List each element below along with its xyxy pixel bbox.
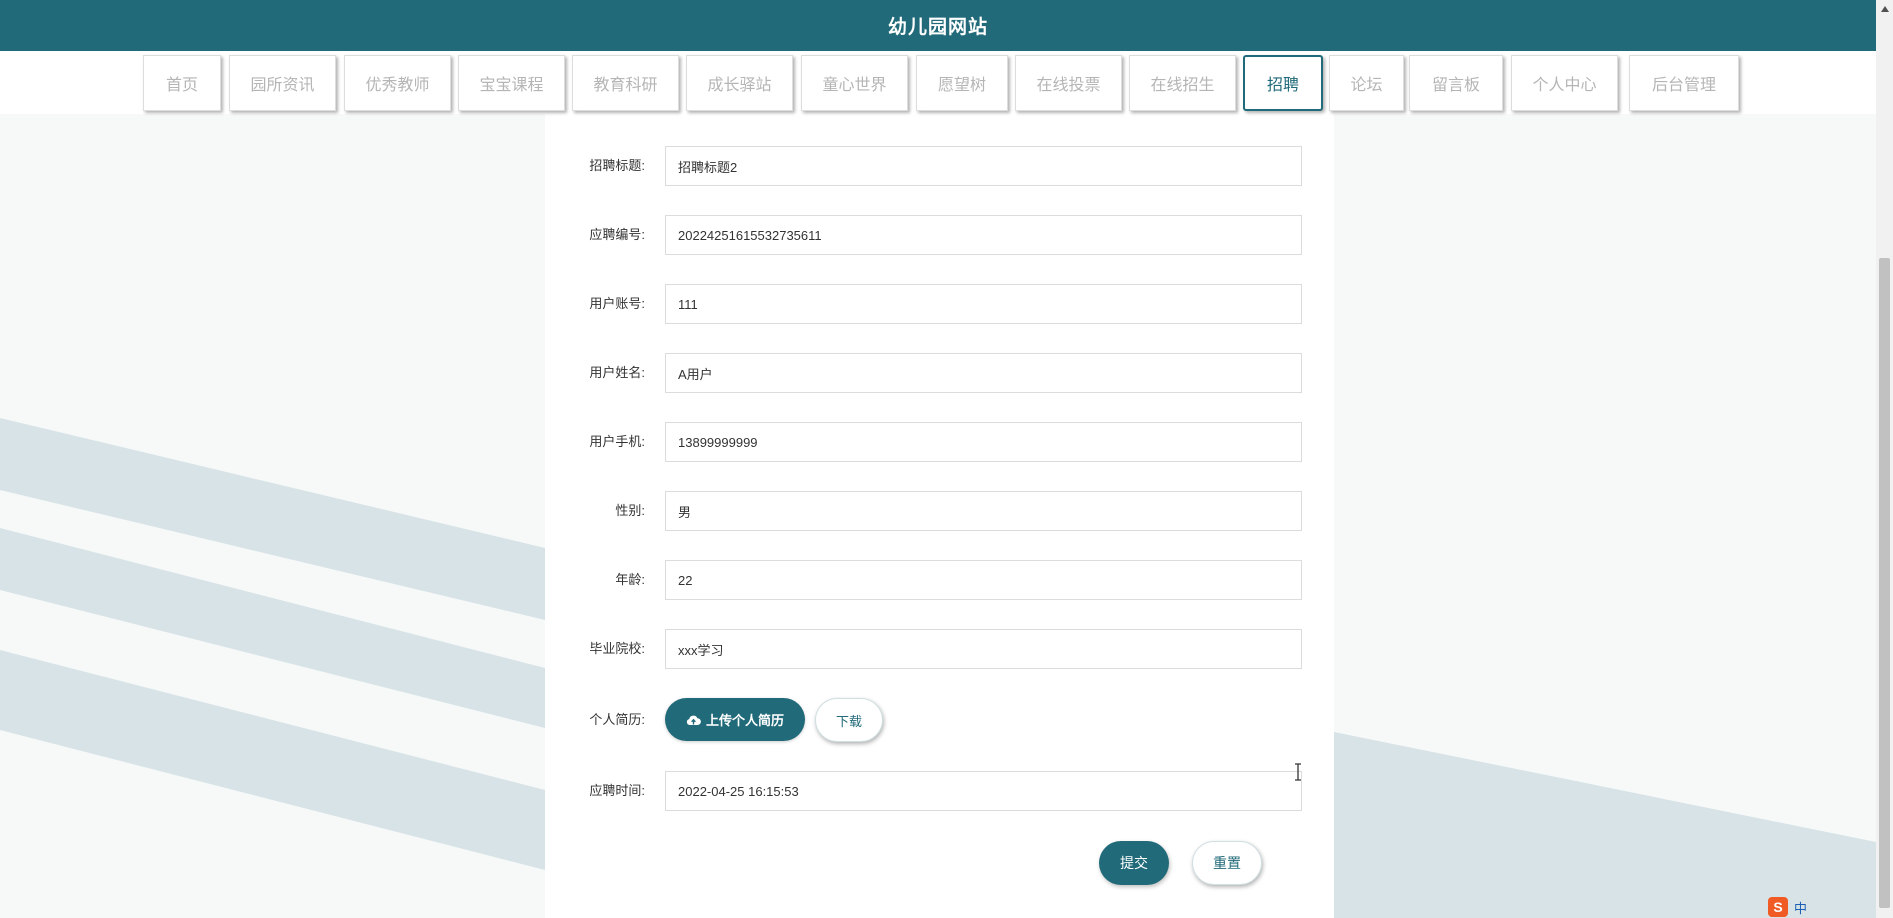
title-input[interactable] bbox=[665, 146, 1302, 186]
ime-toolbar[interactable]: S 中 bbox=[1768, 896, 1876, 918]
gender-input[interactable] bbox=[665, 491, 1302, 531]
form-row-age: 年龄: bbox=[545, 560, 1334, 600]
application-form: 招聘标题: 应聘编号: 用户账号: 用户姓名: 用户手机: 性别: 年龄: 毕业… bbox=[545, 114, 1334, 918]
school-label: 毕业院校: bbox=[589, 641, 645, 656]
nav-item-forum[interactable]: 论坛 bbox=[1329, 55, 1404, 111]
download-button[interactable]: 下载 bbox=[815, 698, 883, 742]
scroll-thumb[interactable] bbox=[1879, 258, 1890, 908]
age-label: 年龄: bbox=[615, 572, 645, 587]
nav-item-voting[interactable]: 在线投票 bbox=[1015, 55, 1122, 111]
time-label: 应聘时间: bbox=[589, 783, 645, 798]
account-input[interactable] bbox=[665, 284, 1302, 324]
nav-item-recruitment[interactable]: 招聘 bbox=[1243, 55, 1323, 111]
nav-item-home[interactable]: 首页 bbox=[143, 55, 221, 111]
nav-item-wish-tree[interactable]: 愿望树 bbox=[916, 55, 1008, 111]
age-input[interactable] bbox=[665, 560, 1302, 600]
form-row-title: 招聘标题: bbox=[545, 146, 1334, 186]
site-header: 幼儿园网站 bbox=[0, 0, 1876, 51]
nav-item-teachers[interactable]: 优秀教师 bbox=[344, 55, 451, 111]
cloud-upload-icon bbox=[686, 715, 701, 725]
upload-resume-button[interactable]: 上传个人简历 bbox=[665, 698, 805, 741]
form-row-number: 应聘编号: bbox=[545, 215, 1334, 255]
phone-label: 用户手机: bbox=[589, 434, 645, 449]
page-scrollbar[interactable] bbox=[1876, 0, 1893, 918]
nav-item-courses[interactable]: 宝宝课程 bbox=[458, 55, 565, 111]
nav-item-research[interactable]: 教育科研 bbox=[572, 55, 679, 111]
gender-label: 性别: bbox=[615, 503, 645, 518]
nav-item-news[interactable]: 园所资讯 bbox=[229, 55, 336, 111]
ime-language: 中 bbox=[1794, 900, 1808, 916]
school-input[interactable] bbox=[665, 629, 1302, 669]
title-label: 招聘标题: bbox=[589, 158, 645, 173]
nav-item-message-board[interactable]: 留言板 bbox=[1409, 55, 1503, 111]
number-input[interactable] bbox=[665, 215, 1302, 255]
text-cursor-icon bbox=[1295, 763, 1301, 781]
form-row-school: 毕业院校: bbox=[545, 629, 1334, 669]
name-input[interactable] bbox=[665, 353, 1302, 393]
form-row-gender: 性别: bbox=[545, 491, 1334, 531]
submit-button[interactable]: 提交 bbox=[1099, 841, 1169, 885]
account-label: 用户账号: bbox=[589, 296, 645, 311]
form-row-resume: 个人简历: 上传个人简历 下载 bbox=[545, 698, 1334, 742]
sogou-ime-icon: S bbox=[1768, 897, 1788, 917]
form-row-name: 用户姓名: bbox=[545, 353, 1334, 393]
nav-item-children-world[interactable]: 童心世界 bbox=[801, 55, 908, 111]
form-row-time: 应聘时间: bbox=[545, 771, 1334, 811]
name-label: 用户姓名: bbox=[589, 365, 645, 380]
number-label: 应聘编号: bbox=[589, 227, 645, 242]
nav-item-admin[interactable]: 后台管理 bbox=[1629, 55, 1739, 111]
reset-button[interactable]: 重置 bbox=[1192, 841, 1262, 885]
scroll-up-icon[interactable] bbox=[1876, 0, 1893, 17]
site-title: 幼儿园网站 bbox=[887, 17, 988, 38]
main-nav: 首页 园所资讯 优秀教师 宝宝课程 教育科研 成长驿站 童心世界 愿望树 在线投… bbox=[0, 51, 1876, 114]
nav-item-growth[interactable]: 成长驿站 bbox=[686, 55, 793, 111]
upload-resume-label: 上传个人简历 bbox=[705, 713, 784, 728]
form-row-phone: 用户手机: bbox=[545, 422, 1334, 462]
nav-item-personal-center[interactable]: 个人中心 bbox=[1511, 55, 1618, 111]
nav-item-enrollment[interactable]: 在线招生 bbox=[1129, 55, 1236, 111]
time-input[interactable] bbox=[665, 771, 1302, 811]
phone-input[interactable] bbox=[665, 422, 1302, 462]
form-row-account: 用户账号: bbox=[545, 284, 1334, 324]
resume-label: 个人简历: bbox=[589, 712, 645, 727]
